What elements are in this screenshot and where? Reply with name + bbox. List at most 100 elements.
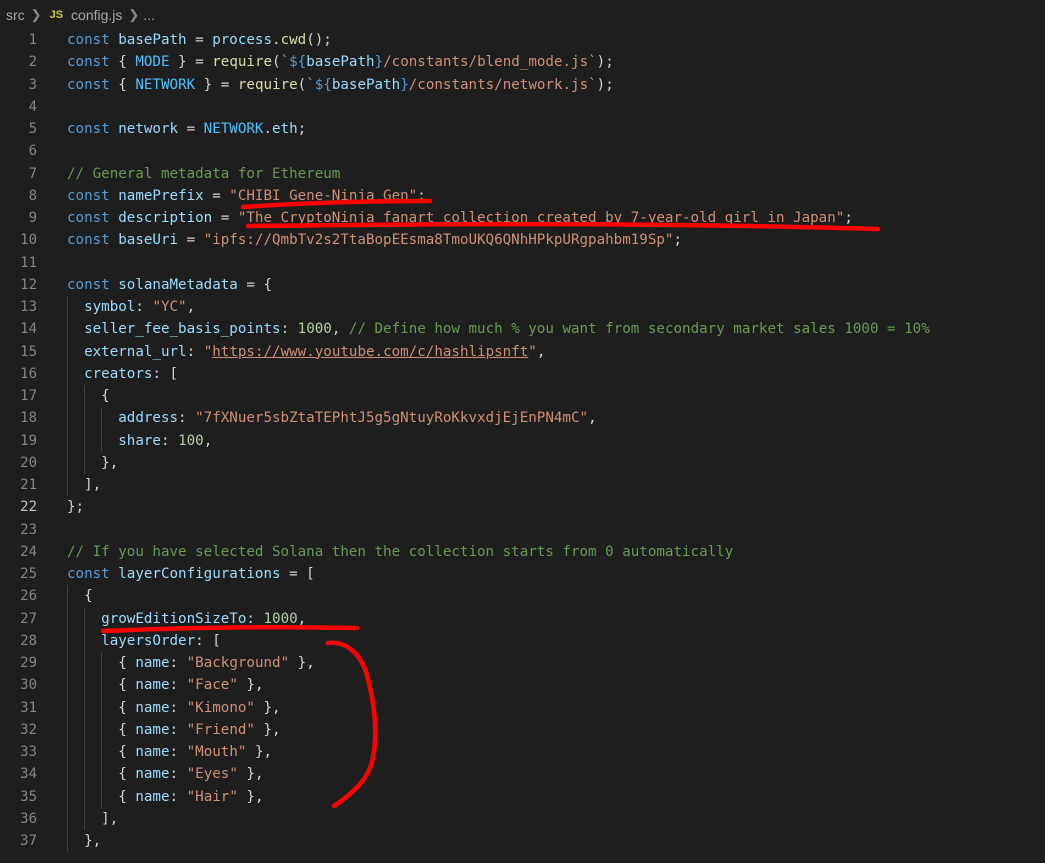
code-token: : bbox=[169, 766, 187, 783]
code-token: address bbox=[118, 410, 179, 427]
line-number: 8 bbox=[28, 187, 37, 204]
code-token: }, bbox=[237, 788, 264, 805]
code-line[interactable]: 26 { bbox=[0, 585, 1045, 608]
code-line[interactable]: 11 bbox=[0, 252, 1045, 274]
code-line[interactable]: 33 { name: "Mouth" }, bbox=[0, 741, 1045, 764]
code-line[interactable]: 7 // General metadata for Ethereum bbox=[0, 163, 1045, 185]
breadcrumb-folder[interactable]: src bbox=[6, 7, 25, 23]
code-token: const bbox=[67, 54, 119, 71]
code-token: ); bbox=[596, 76, 614, 93]
code-token: "7fXNuer5sbZtaTEPhtJ5g5gNtuyRoKkvxdjEjEn… bbox=[195, 410, 589, 427]
code-token: : bbox=[186, 343, 204, 360]
code-line[interactable]: 4 bbox=[0, 96, 1045, 118]
code-token: "Face" bbox=[186, 677, 238, 694]
code-line[interactable]: 16 creators: [ bbox=[0, 362, 1045, 385]
code-line[interactable]: 13 symbol: "YC", bbox=[0, 296, 1045, 319]
code-line[interactable]: 32 { name: "Friend" }, bbox=[0, 718, 1045, 741]
line-number: 10 bbox=[20, 232, 37, 249]
line-number: 31 bbox=[20, 699, 37, 716]
code-line[interactable]: 31 { name: "Kimono" }, bbox=[0, 696, 1045, 719]
code-text: }, bbox=[67, 452, 118, 474]
line-number: 25 bbox=[20, 566, 37, 582]
chevron-right-icon: ❯ bbox=[128, 7, 140, 22]
code-line[interactable]: 35 { name: "Hair" }, bbox=[0, 785, 1045, 808]
line-number: 17 bbox=[20, 388, 37, 404]
code-line[interactable]: 24 // If you have selected Solana then th… bbox=[0, 541, 1045, 563]
code-line[interactable]: 3 const { NETWORK } = require(`${basePath… bbox=[0, 74, 1045, 96]
code-line[interactable]: 23 bbox=[0, 519, 1045, 541]
code-token: "YC" bbox=[152, 299, 187, 315]
code-token: "Kimono" bbox=[186, 699, 255, 716]
code-token: { bbox=[67, 744, 136, 760]
line-number: 16 bbox=[20, 365, 37, 382]
code-line[interactable]: 18 address: "7fXNuer5sbZtaTEPhtJ5g5gNtuy… bbox=[0, 407, 1045, 430]
code-line[interactable]: 37 }, bbox=[0, 830, 1045, 853]
code-token: name bbox=[135, 655, 170, 671]
code-line[interactable]: 27 growEditionSizeTo: 1000, bbox=[0, 607, 1045, 630]
code-text: { name: "Face" }, bbox=[67, 674, 263, 696]
code-token: : bbox=[280, 321, 298, 338]
code-line[interactable]: 10 const baseUri = "ipfs://QmbTv2s2TtaBop… bbox=[0, 229, 1045, 251]
code-editor[interactable]: 1 const basePath = process.cwd(); 2 const {… bbox=[0, 29, 1045, 853]
code-line[interactable]: 19 share: 100, bbox=[0, 429, 1045, 452]
code-token: = bbox=[186, 32, 213, 48]
code-line[interactable]: 5 const network = NETWORK.eth; bbox=[0, 118, 1045, 140]
code-token[interactable]: https://www.youtube.com/c/hashlipsnft bbox=[212, 344, 528, 360]
code-line[interactable]: 6 bbox=[0, 140, 1045, 162]
code-line[interactable]: 2 const { MODE } = require(`${basePath}/c… bbox=[0, 51, 1045, 73]
line-number: 12 bbox=[20, 276, 37, 293]
code-line[interactable]: 1 const basePath = process.cwd(); bbox=[0, 29, 1045, 51]
code-token: { bbox=[67, 388, 110, 404]
code-token: external_url bbox=[84, 343, 187, 360]
code-text: { name: "Friend" }, bbox=[67, 719, 280, 741]
code-token: : [ bbox=[152, 365, 179, 382]
code-line[interactable]: 22}; bbox=[0, 496, 1045, 518]
code-token: share bbox=[118, 432, 161, 449]
code-text: { name: "Eyes" }, bbox=[67, 763, 263, 785]
code-token: basePath bbox=[118, 32, 187, 48]
code-line[interactable]: 25 const layerConfigurations = [ bbox=[0, 563, 1045, 585]
line-number: 18 bbox=[20, 410, 37, 427]
code-line[interactable]: 29 { name: "Background" }, bbox=[0, 652, 1045, 675]
code-line[interactable]: 9 const description = "The CryptoNinja fa… bbox=[0, 207, 1045, 229]
breadcrumb-file[interactable]: config.js bbox=[71, 7, 122, 23]
code-token: } = bbox=[169, 54, 213, 71]
line-number: 14 bbox=[20, 321, 37, 338]
code-token: cwd bbox=[280, 32, 307, 48]
code-text: { name: "Kimono" }, bbox=[67, 697, 280, 719]
code-token: namePrefix bbox=[118, 187, 204, 204]
code-text: }, bbox=[67, 830, 101, 852]
code-token: { bbox=[118, 76, 136, 93]
code-token: , bbox=[331, 321, 349, 338]
line-number: 24 bbox=[20, 543, 37, 560]
code-line[interactable]: 17 { bbox=[0, 385, 1045, 408]
code-line[interactable]: 20 }, bbox=[0, 451, 1045, 474]
code-line[interactable]: 14 seller_fee_basis_points: 1000, // Def… bbox=[0, 318, 1045, 341]
code-line[interactable]: 8 const namePrefix = "CHIBI Gene-Ninja Ge… bbox=[0, 185, 1045, 207]
code-line[interactable]: 30 { name: "Face" }, bbox=[0, 674, 1045, 697]
code-token: ], bbox=[67, 810, 119, 827]
code-token: ; bbox=[297, 121, 307, 137]
code-line[interactable]: 21 ], bbox=[0, 474, 1045, 497]
code-token: , bbox=[536, 343, 546, 360]
line-number: 27 bbox=[20, 610, 37, 627]
breadcrumb-rest[interactable]: ... bbox=[143, 7, 155, 23]
code-line[interactable]: 34 { name: "Eyes" }, bbox=[0, 763, 1045, 786]
code-token: } = bbox=[195, 76, 238, 93]
code-token: : bbox=[169, 721, 187, 738]
code-line[interactable]: 15 external_url: "https://www.youtube.co… bbox=[0, 340, 1045, 363]
code-line[interactable]: 28 layersOrder: [ bbox=[0, 629, 1045, 652]
code-token: : bbox=[160, 432, 179, 449]
code-line[interactable]: 36 ], bbox=[0, 807, 1045, 830]
code-token: : bbox=[169, 677, 187, 694]
code-token: " bbox=[528, 343, 537, 360]
code-text: { bbox=[67, 585, 93, 607]
code-line[interactable]: 12 const solanaMetadata = { bbox=[0, 274, 1045, 296]
code-token: , bbox=[297, 610, 307, 627]
code-token: require bbox=[212, 54, 273, 71]
code-token: symbol bbox=[84, 299, 136, 315]
code-text: const namePrefix = "CHIBI Gene-Ninja Gen… bbox=[67, 185, 426, 207]
